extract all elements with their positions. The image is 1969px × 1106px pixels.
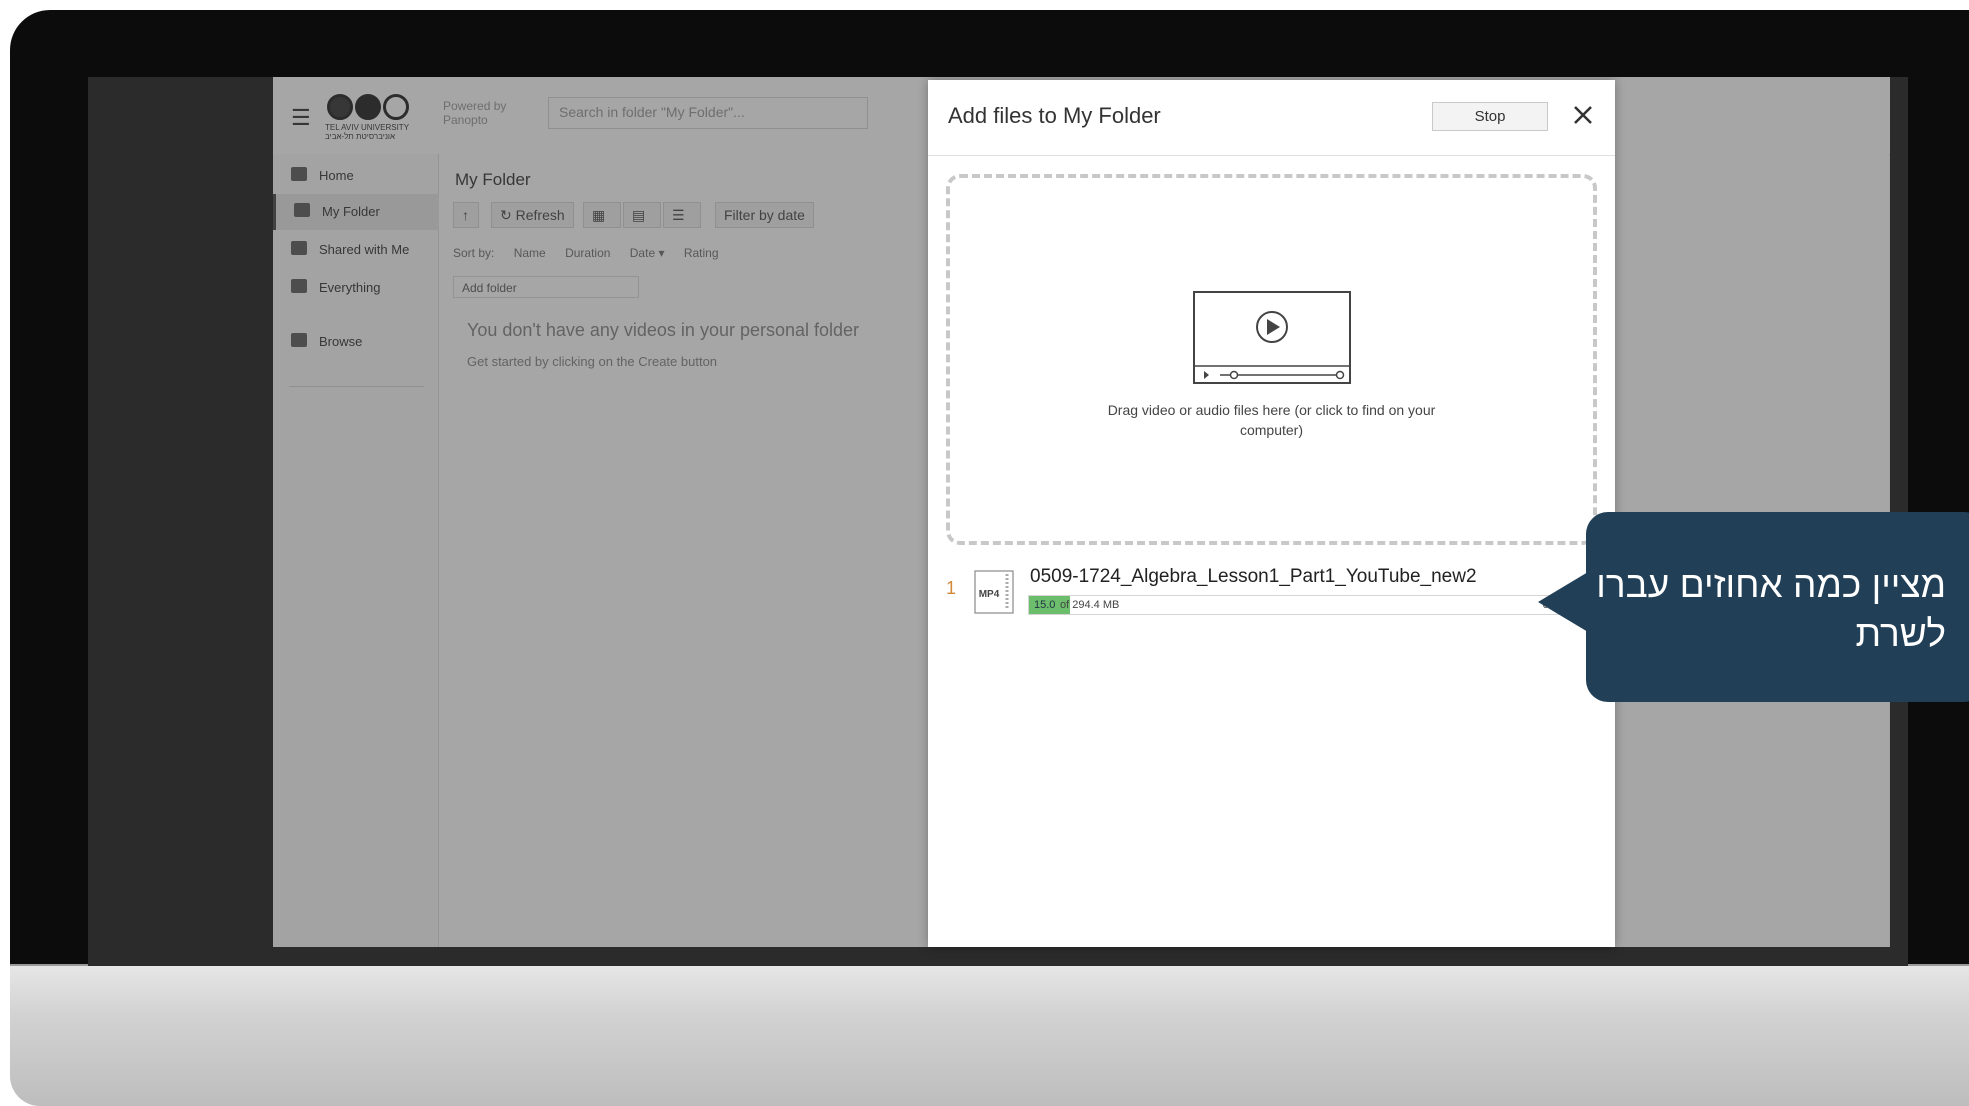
stop-button[interactable]: Stop — [1432, 102, 1548, 131]
close-icon[interactable] — [1566, 98, 1600, 132]
dialog-divider — [928, 155, 1615, 156]
monitor-chin — [10, 966, 1969, 1106]
upload-progress-bar: 15.0 of 294.4 MB 0:38 — [1028, 595, 1571, 615]
video-player-icon — [1192, 290, 1352, 390]
file-dropzone[interactable]: Drag video or audio files here (or click… — [946, 174, 1597, 545]
file-name: 0509-1724_Algebra_Lesson1_Part1_YouTube_… — [1030, 566, 1477, 587]
mp4-file-icon: MP4 — [974, 570, 1014, 614]
dialog-title: Add files to My Folder — [948, 103, 1161, 128]
tutorial-callout: מציין כמה אחוזים עברו לשרת — [1586, 512, 1969, 702]
progress-percent: 15.0 — [1034, 599, 1056, 611]
file-index: 1 — [946, 578, 957, 598]
progress-size: of 294.4 MB — [1060, 599, 1120, 611]
add-files-dialog: Add files to My Folder Stop Drag video o… — [928, 80, 1615, 947]
upload-file-row: 1 MP4 0509-1724_Algebra_Lesson1_Part1_Yo… — [946, 564, 1597, 624]
dropzone-instructions: Drag video or audio files here (or click… — [1107, 402, 1436, 438]
file-type-label: MP4 — [979, 589, 1000, 600]
callout-arrow — [1538, 572, 1588, 632]
callout-text: מציין כמה אחוזים עברו לשרת — [1596, 564, 1946, 654]
